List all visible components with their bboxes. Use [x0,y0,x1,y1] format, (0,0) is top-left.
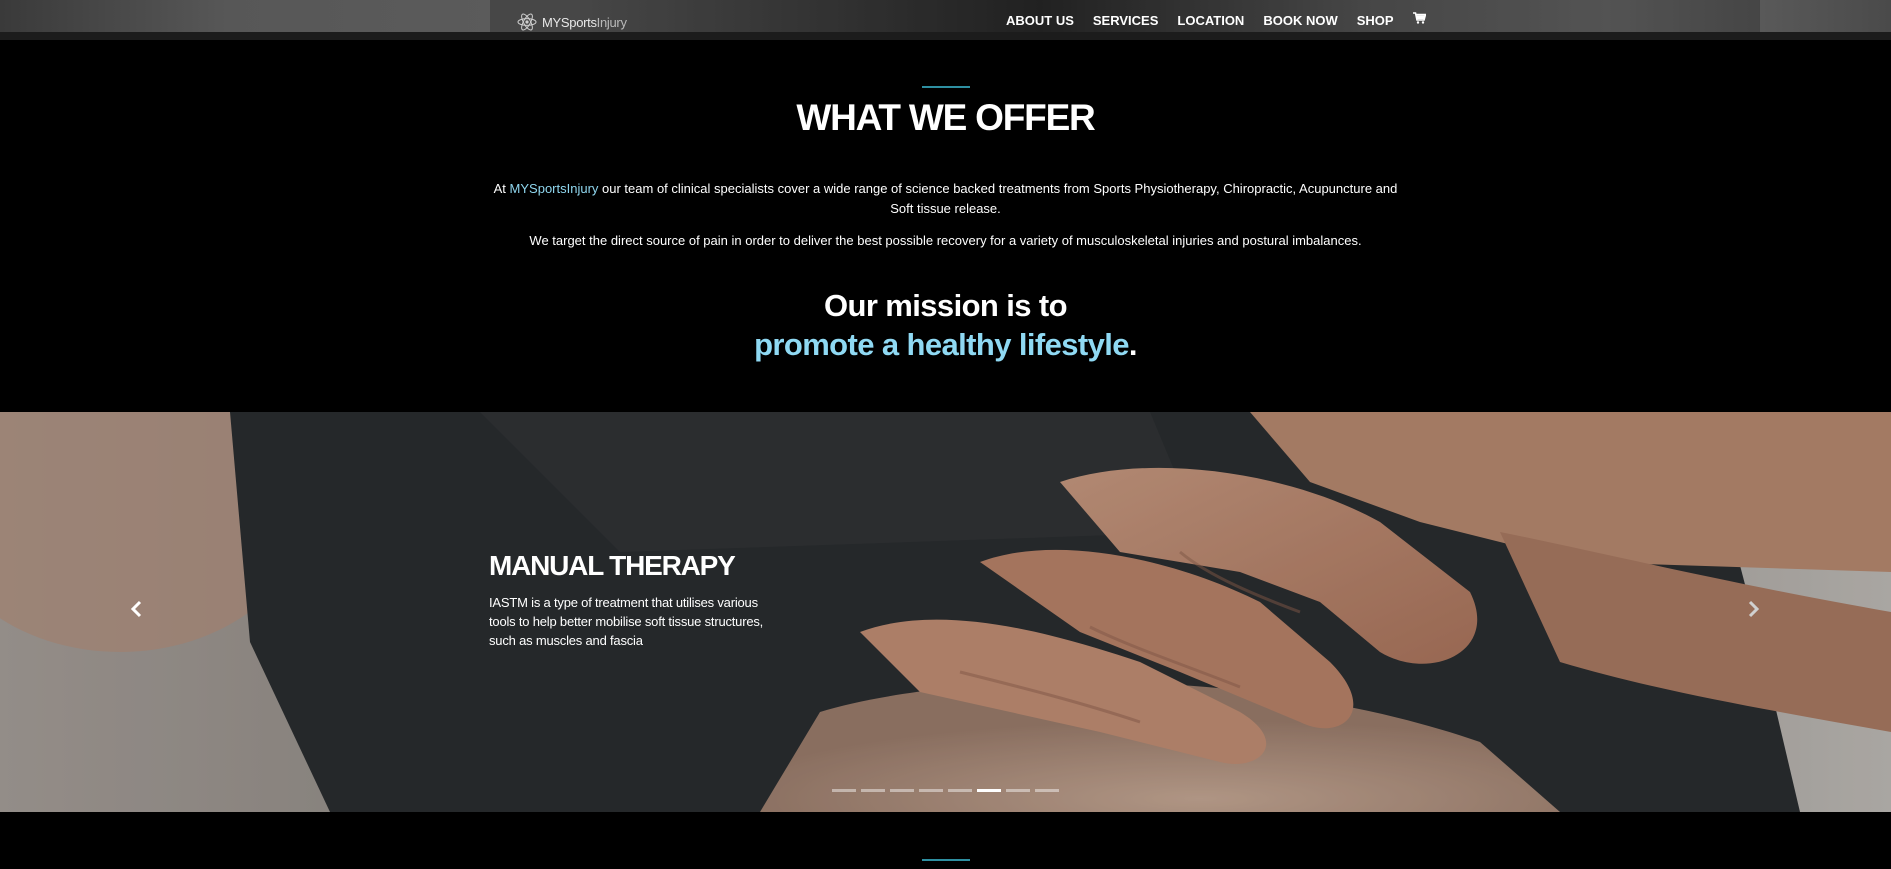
slider-dot[interactable] [890,789,914,792]
slider-overlay [0,412,1891,812]
shopping-cart-icon[interactable] [1412,11,1427,27]
main-nav: ABOUT US SERVICES LOCATION BOOK NOW SHOP [1006,11,1427,28]
services-slider: MANUAL THERAPY IASTM is a type of treatm… [0,412,1891,812]
slide-title: MANUAL THERAPY [489,550,736,581]
brand-link[interactable]: MYSportsInjury [510,181,599,196]
slider-dot[interactable] [861,789,885,792]
mission-period: . [1128,327,1138,362]
slider-dot[interactable] [919,789,943,792]
slider-dot[interactable] [948,789,972,792]
slider-pagination [832,789,1059,792]
nav-item-services[interactable]: SERVICES [1093,13,1159,28]
atom-logo-icon [517,13,537,31]
intro-rest: our team of clinical specialists cover a… [598,181,1398,216]
slider-dot[interactable] [832,789,856,792]
chevron-left-glyph [130,600,142,618]
logo-text-light: Injury [596,14,627,30]
logo-text-bold: MYSports [542,14,597,30]
slider-dot[interactable] [1035,789,1059,792]
next-section-accent-line [922,859,970,861]
slider-dot[interactable] [977,789,1001,792]
mission-line-1: Our mission is to [823,288,1068,323]
section-title: WHAT WE OFFER [796,97,1095,138]
slider-dot[interactable] [1006,789,1030,792]
nav-item-book-now[interactable]: BOOK NOW [1263,13,1337,28]
nav-item-about-us[interactable]: ABOUT US [1006,13,1074,28]
slide-description: IASTM is a type of treatment that utilis… [489,595,764,648]
nav-item-shop[interactable]: SHOP [1357,13,1394,28]
intro-paragraph: At MYSportsInjury our team of clinical s… [490,179,1401,219]
nav-item-location[interactable]: LOCATION [1177,13,1244,28]
intro-prefix: At [493,181,510,196]
mission-line-2: promote a healthy lifestyle. [0,327,1891,363]
chevron-right-icon[interactable] [1746,600,1760,622]
site-header: MYSportsInjury ABOUT US SERVICES LOCATIO… [0,0,1891,40]
target-paragraph: We target the direct source of pain in o… [529,233,1362,248]
mission-highlight: promote a healthy lifestyle [754,327,1129,362]
chevron-right-glyph [1748,600,1760,618]
site-logo[interactable]: MYSportsInjury [517,12,627,32]
logo-text: MYSportsInjury [542,15,627,30]
chevron-left-icon[interactable] [130,600,144,622]
section-accent-line [922,86,970,88]
cart-glyph [1412,11,1427,24]
